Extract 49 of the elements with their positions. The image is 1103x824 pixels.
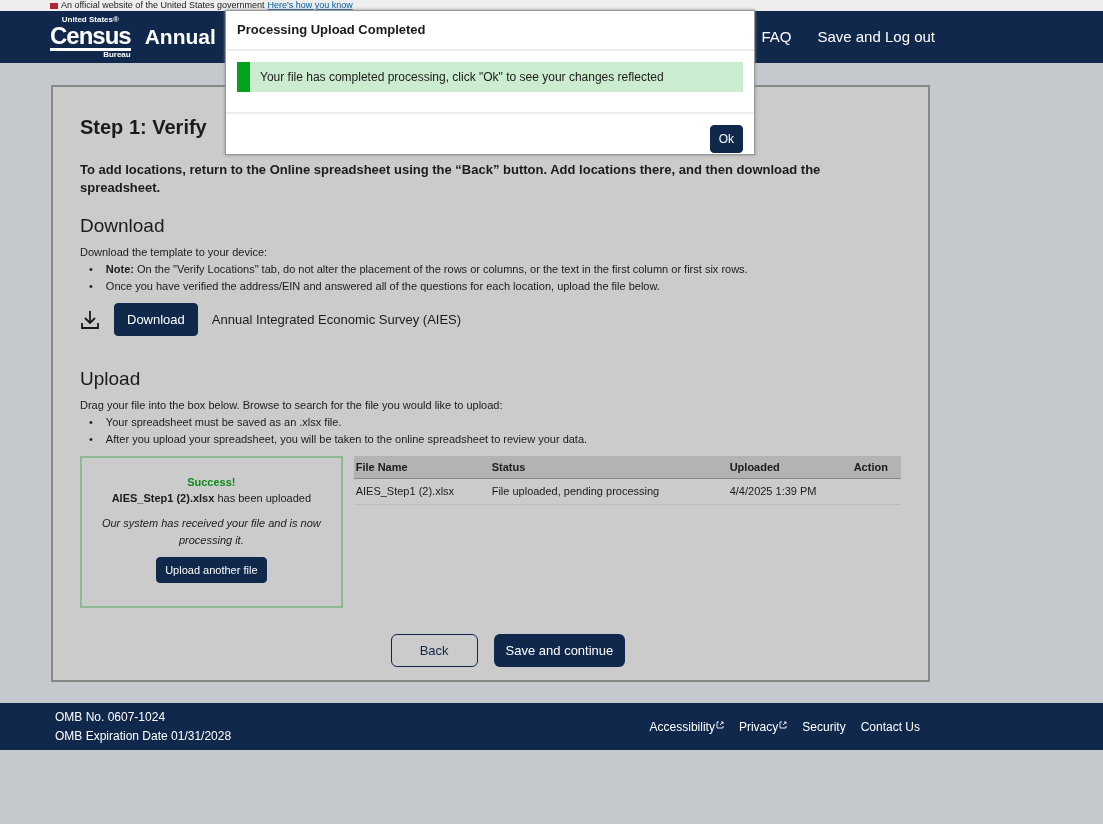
bullet-text: After you upload your spreadsheet, you will be taken to the online spreadsheet to review your data. xyxy=(105,431,588,447)
bullet-text: Note: On the "Verify Locations" tab, do not alter the placement of the rows or columns, or the text in the first column or first six rows. xyxy=(105,261,748,277)
ok-button[interactable]: Ok xyxy=(709,124,743,153)
omb-expiration: OMB Expiration Date 01/31/2028 xyxy=(55,727,232,745)
footer-link[interactable]: Accessibility xyxy=(649,717,724,736)
step-heading: Step 1: Verify xyxy=(80,115,207,139)
save-continue-button[interactable]: Save and continue xyxy=(493,633,626,668)
census-logo[interactable]: United States® Census Bureau xyxy=(50,15,131,59)
intro-text: Drag your file into the box below. Browse to search for the file you would like to upload: xyxy=(80,398,504,414)
download-icon xyxy=(80,309,100,330)
instruction-text: To add locations, return to the Online spreadsheet using the “Back” button. Add locations there, and then download the spreadsheet. xyxy=(80,161,822,198)
flag-icon xyxy=(50,2,58,9)
bullet-text: Once you have verified the address/EIN and answered all of the questions for each location, upload the file below. xyxy=(105,278,660,294)
processing-note: Our system has received your file and is now processing it. xyxy=(101,515,322,548)
success-alert: Your file has completed processing, click "Ok" to see your changes reflected xyxy=(237,61,743,92)
how-you-know-link[interactable]: Here's how you know xyxy=(267,0,353,11)
column-header: File Name xyxy=(353,455,490,479)
footer-link[interactable]: Privacy xyxy=(738,717,788,736)
bullet-marker: • xyxy=(89,278,93,294)
section-heading: Download xyxy=(80,215,166,239)
gov-banner-text: An official website of the United States government xyxy=(61,0,265,11)
upload-message: AIES_Step1 (2).xlsx has been uploaded xyxy=(110,491,312,507)
table-cell: AIES_Step1 (2).xlsx xyxy=(353,478,490,505)
nav-link[interactable]: FAQ xyxy=(761,25,792,49)
download-button[interactable]: Download xyxy=(114,302,198,337)
bullet-marker: • xyxy=(89,261,93,277)
column-header: Status xyxy=(489,455,728,479)
section-heading: Upload xyxy=(80,368,142,392)
bullet-text: Your spreadsheet must be saved as an .xlsx file. xyxy=(105,414,342,430)
site-title: Annual xyxy=(144,24,216,51)
nav-link[interactable]: Save and Log out xyxy=(817,25,935,49)
upload-dropzone[interactable]: Success! AIES_Step1 (2).xlsx has been uploaded Our system has received your file and is now processing it. Upload another file xyxy=(80,455,343,608)
upload-another-button[interactable]: Upload another file xyxy=(156,556,267,584)
footer-link[interactable]: Security xyxy=(802,717,846,736)
column-header: Action xyxy=(851,455,901,479)
file-label: Annual Integrated Economic Survey (AIES) xyxy=(211,310,462,329)
table-cell: File uploaded, pending processing xyxy=(489,478,728,505)
bullet-marker: • xyxy=(89,414,93,430)
column-header: Uploaded xyxy=(727,455,852,479)
back-button[interactable]: Back xyxy=(390,633,478,668)
success-text: Success! xyxy=(186,474,237,490)
external-link-icon xyxy=(715,720,724,729)
external-link-icon xyxy=(779,720,788,729)
omb-number: OMB No. 0607-1024 xyxy=(55,708,167,726)
intro-text: Download the template to your device: xyxy=(80,245,269,261)
table-cell: 4/4/2025 1:39 PM xyxy=(727,478,852,505)
bullet-marker: • xyxy=(89,431,93,447)
dialog-title: Processing Upload Completed xyxy=(226,11,754,51)
footer-link[interactable]: Contact Us xyxy=(860,717,920,736)
